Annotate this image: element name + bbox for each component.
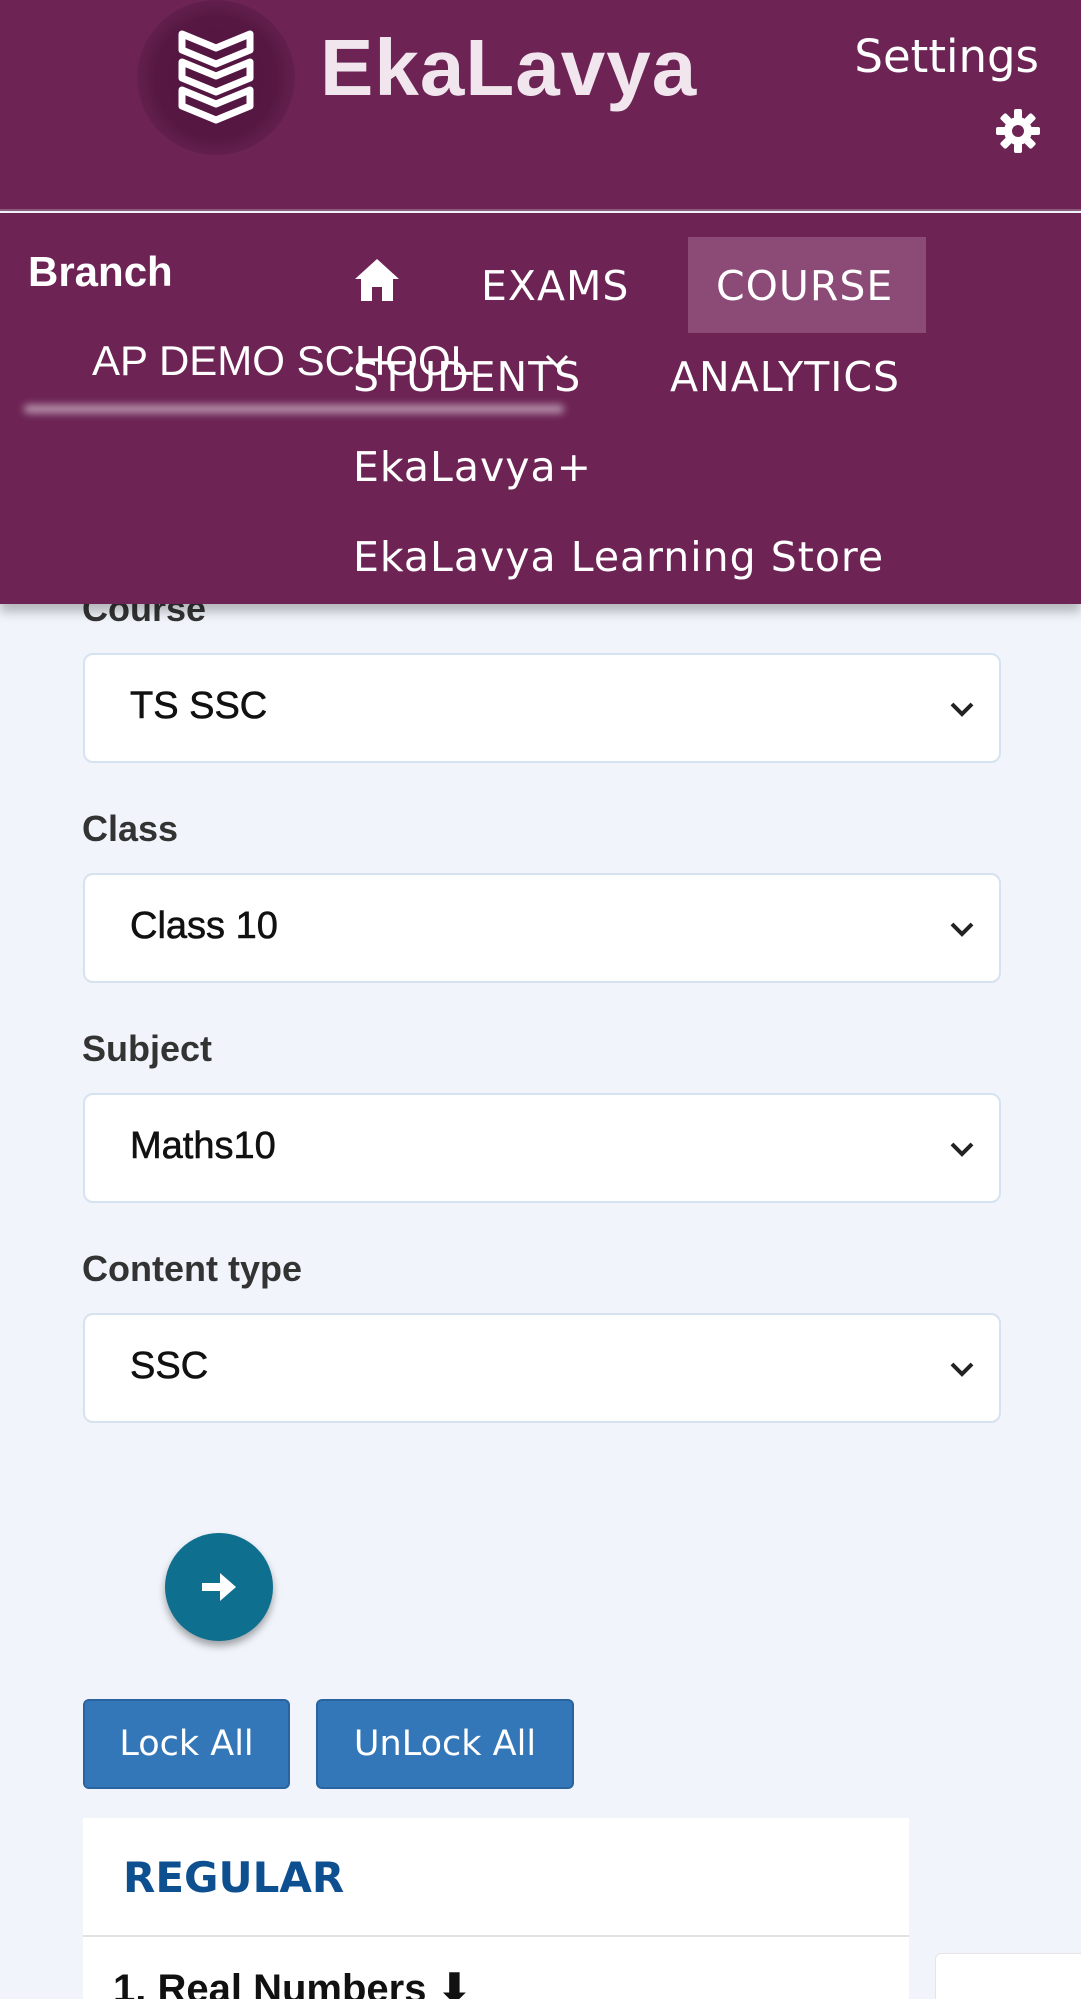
lock-all-button[interactable]: Lock All [83, 1699, 290, 1789]
branch-select-underline [24, 405, 564, 413]
subject-label: Subject [82, 1028, 213, 1069]
subject-select[interactable]: Maths10 [83, 1093, 1001, 1203]
arrow-right-icon [202, 1573, 236, 1601]
gear-icon[interactable] [995, 108, 1041, 154]
chevron-down-icon [950, 702, 974, 717]
content-type-select-value: SSC [130, 1345, 209, 1388]
brand-name: EkaLavya [320, 23, 698, 112]
class-label: Class [82, 808, 179, 849]
regular-panel: REGULAR 1. Real Numbers ⬇ [83, 1818, 909, 1999]
list-item[interactable]: 1. Real Numbers ⬇ [113, 1966, 471, 1999]
chevron-down-icon [950, 1362, 974, 1377]
chevron-down-icon [950, 922, 974, 937]
content-type-select[interactable]: SSC [83, 1313, 1001, 1423]
settings-link[interactable]: Settings [854, 30, 1039, 83]
unlock-all-button[interactable]: UnLock All [316, 1699, 574, 1789]
course-select[interactable]: TS SSC [83, 653, 1001, 763]
class-select[interactable]: Class 10 [83, 873, 1001, 983]
panel-divider [83, 1935, 909, 1937]
panel-title: REGULAR [123, 1853, 345, 1902]
submit-button[interactable] [165, 1533, 273, 1641]
tab-analytics[interactable]: ANALYTICS [670, 353, 900, 401]
tab-exams[interactable]: EXAMS [481, 262, 629, 310]
tab-students[interactable]: STUDENTS [353, 353, 581, 401]
class-select-value: Class 10 [130, 905, 278, 948]
home-icon[interactable] [353, 257, 401, 303]
branch-label: Branch [28, 248, 173, 295]
content-type-label: Content type [82, 1248, 302, 1289]
chevron-stack-logo-icon [178, 30, 254, 124]
tab-course[interactable]: COURSE [716, 262, 893, 310]
side-card [935, 1953, 1081, 1999]
chevron-down-icon [950, 1142, 974, 1157]
subject-select-value: Maths10 [130, 1125, 276, 1168]
course-select-value: TS SSC [130, 685, 268, 728]
tab-learning-store[interactable]: EkaLavya Learning Store [353, 533, 884, 581]
app-header: EkaLavya Settings [0, 0, 1081, 211]
tab-ekalavya-plus[interactable]: EkaLavya+ [353, 443, 592, 491]
